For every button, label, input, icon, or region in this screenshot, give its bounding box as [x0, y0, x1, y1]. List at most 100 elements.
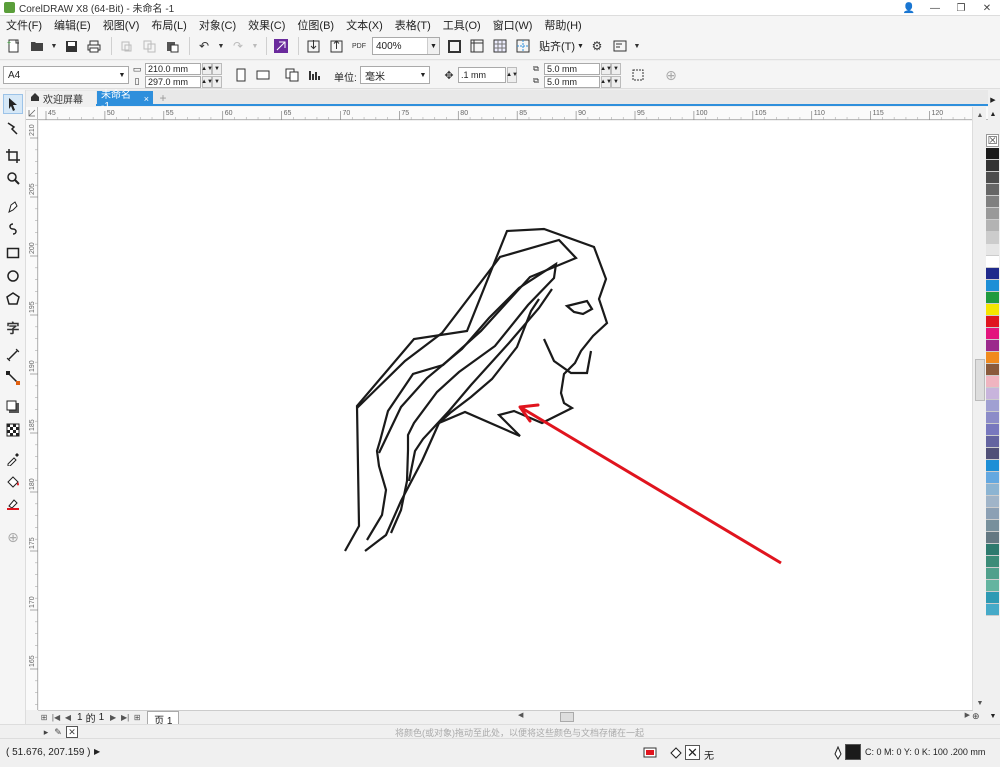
add-tab-icon[interactable]: + [157, 91, 169, 105]
horizontal-scrollbar[interactable]: ◀ ▶ [518, 711, 970, 723]
palette-scroll-up-icon[interactable]: ▲ [986, 108, 1000, 120]
connector-tool-icon[interactable] [3, 368, 23, 388]
palette-swatch[interactable] [986, 292, 999, 304]
new-document-icon[interactable]: + [4, 36, 24, 56]
minimize-button[interactable]: — [922, 0, 948, 16]
palette-swatch[interactable] [986, 568, 999, 580]
page-width-field[interactable]: 210.0 mm [145, 63, 201, 75]
publish-pdf-icon[interactable]: PDF [349, 36, 369, 56]
menu-window[interactable]: 窗口(W) [487, 17, 539, 33]
scroll-down-icon[interactable]: ▼ [973, 697, 987, 709]
palette-swatch[interactable] [986, 340, 999, 352]
horizontal-scroll-thumb[interactable] [560, 712, 574, 722]
portrait-icon[interactable] [232, 66, 250, 84]
cut-icon[interactable] [116, 36, 136, 56]
freehand-tool-icon[interactable] [3, 197, 23, 217]
search-content-icon[interactable] [271, 36, 291, 56]
palette-swatch[interactable] [986, 232, 999, 244]
palette-scroll-down-icon[interactable]: ▼ [986, 710, 1000, 722]
duplicate-y-stepper[interactable]: ▲▼ [600, 76, 612, 88]
menu-help[interactable]: 帮助(H) [538, 17, 587, 33]
duplicate-y-field[interactable]: 5.0 mm [544, 76, 600, 88]
duplicate-x-stepper-down[interactable]: ▼ [611, 63, 621, 75]
show-rulers-icon[interactable] [467, 36, 487, 56]
no-color-swatch[interactable]: ☒ [986, 134, 999, 147]
palette-swatch[interactable] [986, 364, 999, 376]
drop-shadow-tool-icon[interactable] [3, 397, 23, 417]
page-size-select[interactable]: A4 ▼ [3, 66, 129, 84]
width-stepper[interactable]: ▲▼ [201, 63, 213, 75]
current-page-icon[interactable] [306, 66, 324, 84]
palette-swatch[interactable] [986, 376, 999, 388]
parallel-dimension-tool-icon[interactable] [3, 345, 23, 365]
color-proofing-icon[interactable] [642, 745, 658, 761]
palette-swatch[interactable] [986, 508, 999, 520]
open-dropdown-icon[interactable]: ▼ [50, 36, 58, 56]
add-preset-icon[interactable]: ⊕ [662, 66, 680, 84]
document-palette-edit-icon[interactable]: ✎ [52, 726, 64, 738]
menu-file[interactable]: 文件(F) [0, 17, 48, 33]
palette-swatch[interactable] [986, 460, 999, 472]
menu-table[interactable]: 表格(T) [389, 17, 437, 33]
palette-swatch[interactable] [986, 424, 999, 436]
redo-dropdown-icon[interactable]: ▼ [251, 36, 259, 56]
palette-swatch[interactable] [986, 172, 999, 184]
add-page-after-icon[interactable]: ⊞ [131, 712, 143, 724]
interactive-fill-tool-icon[interactable] [3, 472, 23, 492]
landscape-icon[interactable] [254, 66, 272, 84]
ellipse-tool-icon[interactable] [3, 266, 23, 286]
snap-to-menu[interactable]: 贴齐(T) ▼ [539, 38, 584, 54]
document-no-color-icon[interactable]: ✕ [66, 726, 78, 738]
previous-page-icon[interactable]: ◀ [62, 712, 74, 724]
transparency-tool-icon[interactable] [3, 420, 23, 440]
height-stepper[interactable]: ▲▼ [201, 76, 213, 88]
palette-swatch[interactable] [986, 328, 999, 340]
horizontal-ruler[interactable]: 45 50 55 60 65 70 75 80 85 90 95 100 105 110 115 120 [38, 107, 988, 120]
palette-menu-icon[interactable]: ▶ [986, 94, 1000, 106]
face-profile[interactable] [542, 338, 593, 375]
palette-swatch[interactable] [986, 544, 999, 556]
restore-button[interactable]: ❐ [948, 0, 974, 16]
palette-swatch[interactable] [986, 304, 999, 316]
rectangle-tool-icon[interactable] [3, 243, 23, 263]
nudge-stepper[interactable]: ▲▼ [506, 67, 518, 83]
units-select[interactable]: 毫米 ▼ [360, 66, 430, 84]
text-tool-icon[interactable]: 字 [3, 317, 23, 337]
crop-tool-icon[interactable] [3, 146, 23, 166]
menu-layout[interactable]: 布局(L) [145, 17, 192, 33]
application-launcher-icon[interactable] [610, 36, 630, 56]
duplicate-x-field[interactable]: 5.0 mm [544, 63, 600, 75]
eye-shape[interactable] [564, 299, 594, 316]
scroll-right-icon[interactable]: ▶ [965, 711, 970, 719]
print-icon[interactable] [84, 36, 104, 56]
palette-swatch[interactable] [986, 604, 999, 616]
palette-swatch[interactable] [986, 184, 999, 196]
width-stepper-down[interactable]: ▼ [212, 63, 222, 75]
vertical-scrollbar[interactable]: ▲ ▼ [972, 107, 986, 710]
palette-swatch[interactable] [986, 388, 999, 400]
zoom-level-select[interactable]: 400% ▼ [372, 37, 440, 55]
close-window-button[interactable]: ✕ [974, 0, 1000, 16]
last-page-icon[interactable]: ▶| [119, 712, 131, 724]
page-height-field[interactable]: 297.0 mm [145, 76, 201, 88]
artistic-media-tool-icon[interactable] [3, 219, 23, 239]
show-grid-icon[interactable] [490, 36, 510, 56]
duplicate-x-stepper[interactable]: ▲▼ [600, 63, 612, 75]
hair-strand-3[interactable] [407, 288, 553, 482]
full-screen-icon[interactable] [444, 36, 464, 56]
palette-swatch[interactable] [986, 484, 999, 496]
smart-fill-tool-icon[interactable] [3, 494, 23, 514]
account-button[interactable]: 👤 [896, 0, 922, 16]
copy-icon[interactable] [139, 36, 159, 56]
pick-tool-icon[interactable] [3, 94, 23, 114]
vertical-ruler[interactable]: 210 205 200 195 190 185 180 175 170 165 [26, 120, 38, 710]
palette-swatch[interactable] [986, 280, 999, 292]
tab-welcome-screen[interactable]: 欢迎屏幕 [26, 91, 96, 106]
document-palette-menu-icon[interactable]: ▸ [40, 726, 52, 738]
tab-document[interactable]: 未命名 -1 × [97, 90, 153, 112]
menu-edit[interactable]: 编辑(E) [48, 17, 97, 33]
tab-close-icon[interactable]: × [144, 94, 149, 104]
undo-dropdown-icon[interactable]: ▼ [217, 36, 225, 56]
palette-swatch[interactable] [986, 520, 999, 532]
scroll-up-icon[interactable]: ▲ [973, 109, 987, 121]
